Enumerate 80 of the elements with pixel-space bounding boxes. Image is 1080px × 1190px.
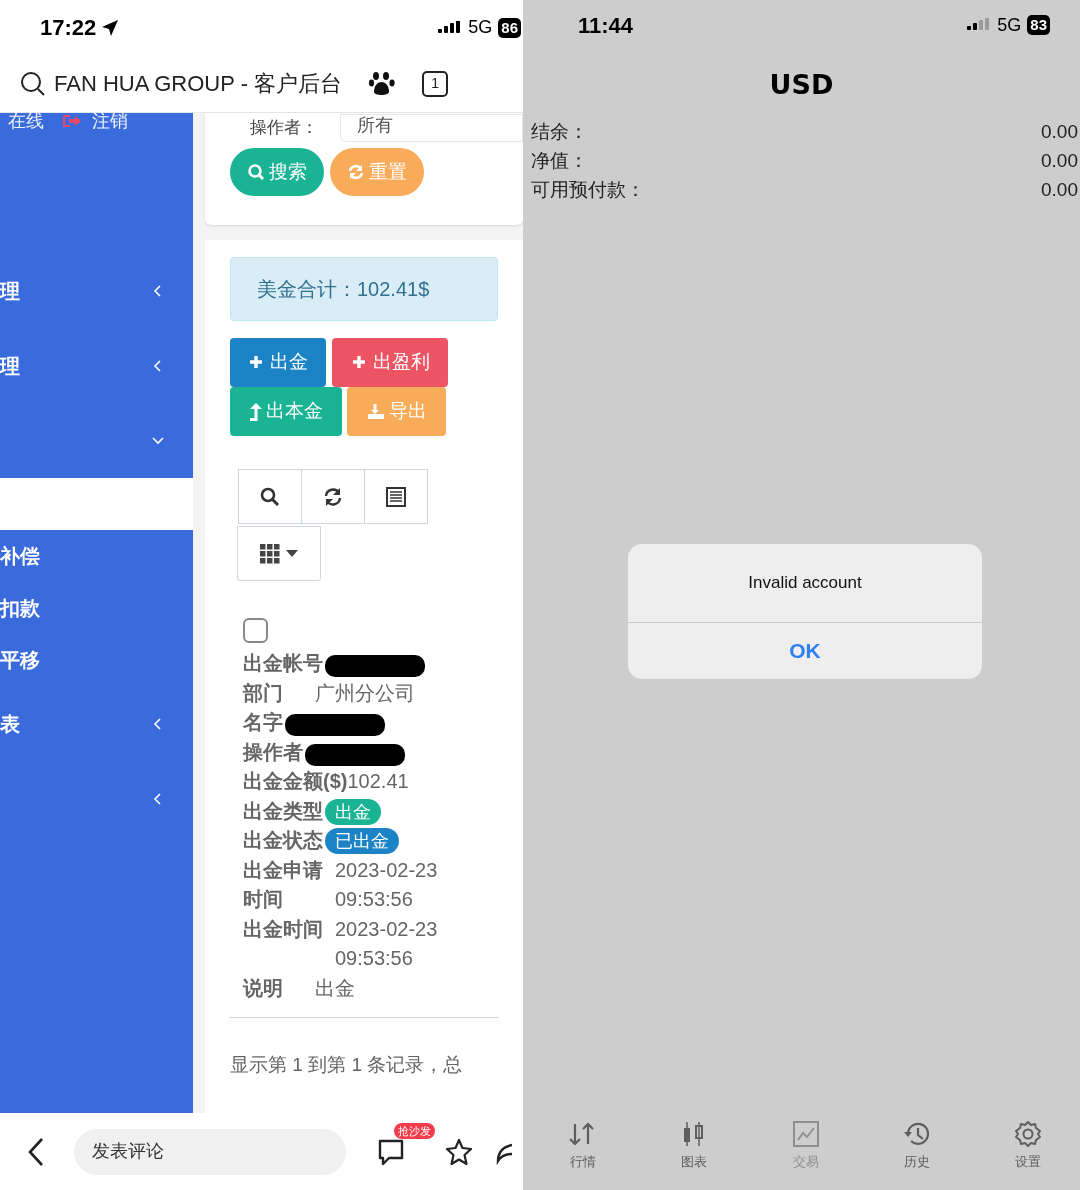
field-label: 出金申请时间 <box>243 857 323 912</box>
settings-icon <box>1014 1120 1042 1148</box>
toolbar-button[interactable] <box>238 469 302 524</box>
account-label: 可用预付款： <box>531 178 645 202</box>
dialog-message: Invalid account <box>747 572 863 595</box>
status-label: 在线 <box>8 113 44 129</box>
sidebar-item[interactable]: 表 <box>0 708 20 739</box>
account-label: 净值： <box>531 149 588 173</box>
status-badge: 已出金 <box>325 828 399 854</box>
logout-link[interactable]: 注销 <box>92 113 128 129</box>
account-value: 0.00 <box>1041 120 1078 144</box>
battery-level: 83 <box>1027 15 1050 35</box>
toolbar-button[interactable] <box>364 469 428 524</box>
field-value: 2023-02-23 09:53:56 <box>335 916 439 971</box>
operator-select[interactable]: 所有 <box>340 114 523 142</box>
list-icon <box>385 485 407 508</box>
upload-arrow-icon <box>249 402 262 421</box>
network-label: 5G <box>997 13 1022 37</box>
field-value: 2023-02-23 09:53:56 <box>335 857 439 912</box>
field-label: 名字 <box>243 710 283 735</box>
comment-badge: 抢沙发 <box>394 1122 435 1139</box>
ok-button[interactable]: OK <box>628 622 982 679</box>
sidebar-item[interactable]: 补偿 <box>0 541 40 571</box>
action-button[interactable]: 出盈利 <box>332 338 448 387</box>
tab-button[interactable]: 历史 <box>886 1120 947 1190</box>
search-icon <box>247 163 265 181</box>
search-button[interactable]: 搜索 <box>230 148 324 196</box>
status-time: 11:44 <box>578 11 634 40</box>
filter-label: 操作者： <box>249 119 319 137</box>
network-label: 5G <box>468 16 493 39</box>
battery-level: 86 <box>498 17 521 38</box>
tab-button[interactable]: 设置 <box>998 1120 1058 1190</box>
field-label: 部门 <box>243 680 284 706</box>
account-value: 0.00 <box>1041 178 1078 202</box>
download-icon <box>366 402 385 421</box>
sidebar-item[interactable]: 理 <box>0 275 20 306</box>
paw-icon[interactable] <box>368 69 397 98</box>
signal-icon <box>438 20 463 35</box>
account-label: 结余： <box>531 120 588 144</box>
columns-button[interactable] <box>237 526 321 581</box>
field-label: 操作者 <box>243 739 303 765</box>
field-value: 出金 <box>315 975 355 1001</box>
refresh-icon <box>347 163 365 181</box>
search-icon <box>20 70 46 97</box>
refresh-icon <box>322 485 344 508</box>
field-label: 出金金额($) <box>243 769 348 794</box>
signal-icon <box>967 18 992 32</box>
sidebar-item[interactable]: 理 <box>0 350 20 381</box>
tab-count-button[interactable]: 1 <box>422 70 449 97</box>
status-time: 17:22 <box>40 14 97 42</box>
action-button[interactable]: 出本金 <box>230 387 342 436</box>
status-badge: 出金 <box>325 798 381 825</box>
star-icon[interactable] <box>444 1136 474 1167</box>
field-label: 出金帐号 <box>243 651 323 676</box>
location-arrow-icon <box>100 17 121 38</box>
sidebar-item[interactable]: 扣款 <box>0 593 40 623</box>
page-title: FAN HUA GROUP - 客户后台 <box>54 70 343 98</box>
account-value: 0.00 <box>1041 149 1078 173</box>
caret-down-icon <box>286 549 298 558</box>
field-label: 出金状态 <box>243 828 323 853</box>
field-value: 广州分公司 <box>315 680 415 706</box>
screen-title: USD <box>768 68 835 102</box>
history-icon <box>902 1120 931 1148</box>
field-value: 102.41 <box>347 769 409 794</box>
field-label: 出金类型 <box>243 798 323 824</box>
row-checkbox[interactable] <box>243 618 268 643</box>
grid-icon <box>260 543 280 564</box>
field-label: 说明 <box>243 975 284 1001</box>
tab-button[interactable]: 行情 <box>553 1120 613 1190</box>
sidebar-item[interactable]: 平移 <box>0 645 40 675</box>
tab-button[interactable]: 图表 <box>664 1120 725 1190</box>
pagination-info: 显示第 1 到第 1 条记录，总 <box>230 1053 464 1077</box>
search-icon <box>259 485 281 508</box>
line-chart-icon <box>791 1120 820 1148</box>
comment-field[interactable]: 发表评论 <box>74 1128 346 1175</box>
total-alert: 美金合计：102.41$ <box>230 257 498 321</box>
action-button[interactable]: 出金 <box>230 338 326 387</box>
field-label: 出金时间 <box>243 916 323 942</box>
back-icon[interactable] <box>26 1136 46 1167</box>
toolbar-button[interactable] <box>301 469 365 524</box>
